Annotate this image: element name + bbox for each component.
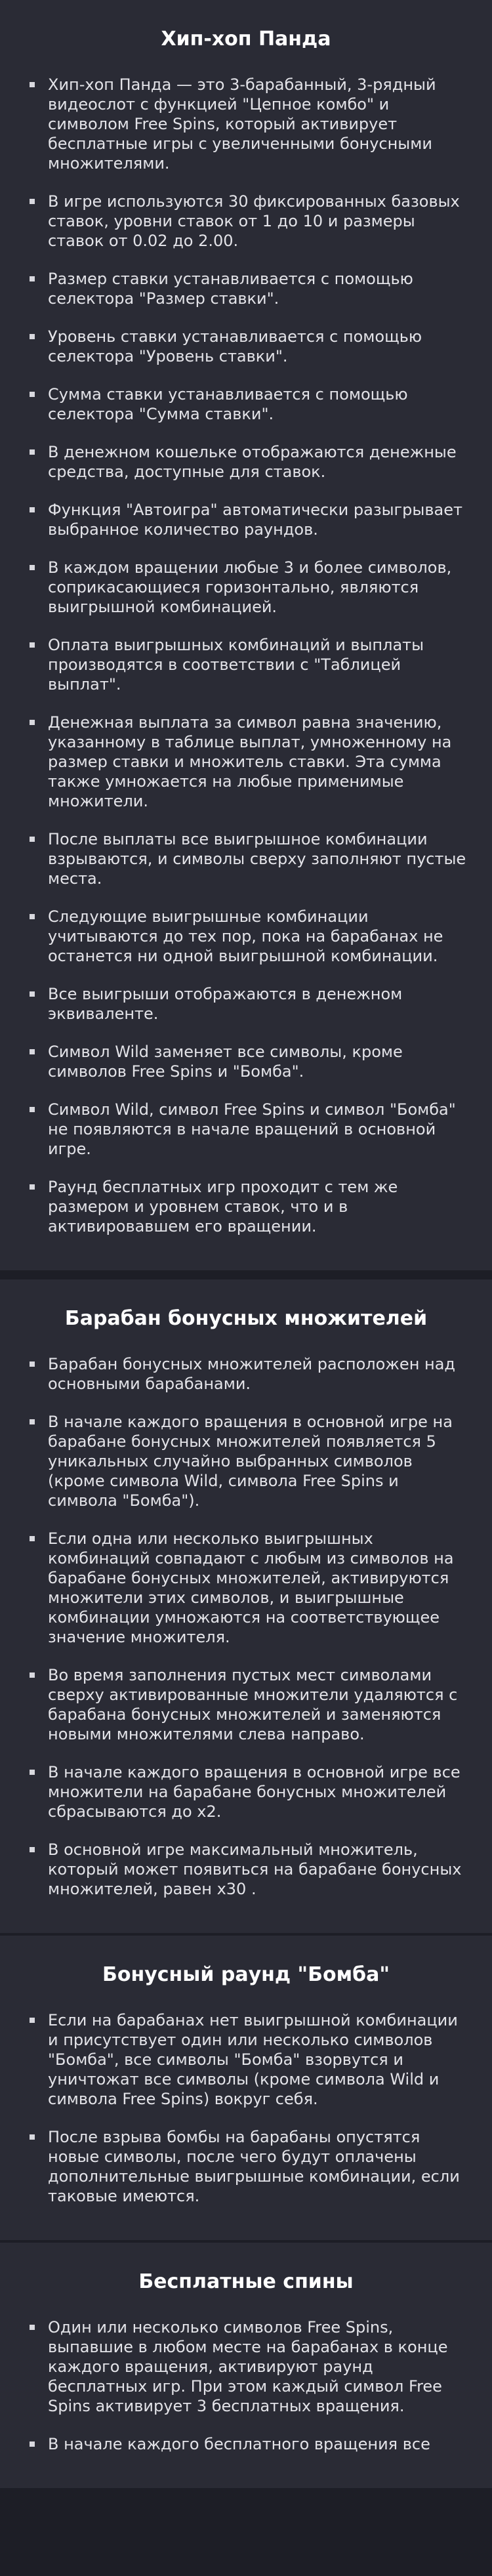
bullet-icon [30, 199, 35, 204]
list-item: Символ Wild заменяет все символы, кроме … [24, 1042, 468, 1081]
list-item-text: В начале каждого вращения в основной игр… [48, 1763, 461, 1821]
list-item-text: В основной игре максимальный множитель, … [48, 1840, 462, 1898]
list-item: Во время заполнения пустых мест символам… [24, 1665, 468, 1744]
section-free-spins: Бесплатные спины Один или несколько симв… [0, 2243, 492, 2488]
bullet-icon [30, 1049, 35, 1054]
list-item: В игре используются 30 фиксированных баз… [24, 192, 468, 251]
list-item-text: Один или несколько символов Free Spins, … [48, 2318, 448, 2415]
bullet-icon [30, 1419, 35, 1424]
list-item-text: В игре используются 30 фиксированных баз… [48, 192, 460, 250]
bullet-icon [30, 2441, 35, 2447]
list-item-text: Оплата выигрышных комбинаций и выплаты п… [48, 636, 424, 694]
bullet-icon [30, 1184, 35, 1190]
bullet-icon [30, 392, 35, 397]
bullet-icon [30, 2018, 35, 2023]
list-item-text: Барабан бонусных множителей расположен н… [48, 1355, 455, 1393]
list-item-text: Раунд бесплатных игр проходит с тем же р… [48, 1178, 398, 1236]
list-item-text: Символ Wild, символ Free Spins и символ … [48, 1100, 456, 1158]
section-title: Хип-хоп Панда [161, 28, 331, 51]
bullet-icon [30, 1847, 35, 1852]
list-item-text: В начале каждого вращения в основной игр… [48, 1413, 453, 1510]
list-item: Один или несколько символов Free Spins, … [24, 2317, 468, 2416]
list-item: В основной игре максимальный множитель, … [24, 1840, 468, 1899]
bullet-icon [30, 1770, 35, 1775]
list-item-text: Денежная выплата за символ равна значени… [48, 713, 452, 810]
list-item-text: В каждом вращении любые 3 и более символ… [48, 558, 452, 616]
list-item: Хип-хоп Панда — это 3-барабанный, 3-рядн… [24, 75, 468, 173]
bullet-icon [30, 565, 35, 570]
list-item: Уровень ставки устанавливается с помощью… [24, 327, 468, 366]
bullet-icon [30, 276, 35, 281]
list-item-text: Уровень ставки устанавливается с помощью… [48, 327, 422, 365]
rules-list: Один или несколько символов Free Spins, … [24, 2317, 468, 2454]
list-item-text: Символ Wild заменяет все символы, кроме … [48, 1043, 403, 1081]
bullet-icon [30, 449, 35, 455]
list-item: Сумма ставки устанавливается с помощью с… [24, 384, 468, 424]
list-item: Раунд бесплатных игр проходит с тем же р… [24, 1177, 468, 1236]
bullet-icon [30, 334, 35, 339]
list-item-text: Следующие выигрышные комбинации учитываю… [48, 907, 443, 965]
list-item-text: В денежном кошельке отображаются денежны… [48, 443, 457, 481]
section-title: Барабан бонусных множителей [64, 1307, 428, 1330]
rules-page[interactable]: Хип-хоп Панда Хип-хоп Панда — это 3-бара… [0, 0, 492, 2576]
bullet-icon [30, 837, 35, 842]
list-item-text: Сумма ставки устанавливается с помощью с… [48, 385, 408, 423]
list-item: После выплаты все выигрышное комбинации … [24, 829, 468, 888]
list-item: Если одна или несколько выигрышных комби… [24, 1529, 468, 1647]
bullet-icon [30, 1107, 35, 1112]
bullet-icon [30, 914, 35, 919]
bullet-icon [30, 82, 35, 87]
list-item: Функция "Автоигра" автоматически разыгры… [24, 500, 468, 539]
section-bomb-bonus-round: Бонусный раунд "Бомба" Если на барабанах… [0, 1936, 492, 2240]
list-item: В каждом вращении любые 3 и более символ… [24, 558, 468, 617]
bullet-icon [30, 991, 35, 997]
section-title: Бесплатные спины [138, 2270, 354, 2293]
list-item: Если на барабанах нет выигрышной комбина… [24, 2010, 468, 2109]
bullet-icon [30, 642, 35, 648]
list-item: После взрыва бомбы на барабаны опустятся… [24, 2127, 468, 2206]
list-item: Размер ставки устанавливается с помощью … [24, 269, 468, 308]
bullet-icon [30, 507, 35, 512]
list-item-text: Во время заполнения пустых мест символам… [48, 1666, 458, 1743]
list-item: Все выигрыши отображаются в денежном экв… [24, 984, 468, 1024]
list-item-text: Если на барабанах нет выигрышной комбина… [48, 2011, 458, 2108]
bullet-icon [30, 1672, 35, 1678]
list-item: Оплата выигрышных комбинаций и выплаты п… [24, 635, 468, 694]
section-bonus-multiplier-reel: Барабан бонусных множителей Барабан бону… [0, 1279, 492, 1933]
bullet-icon [30, 2325, 35, 2330]
list-item: В начале каждого вращения в основной игр… [24, 1762, 468, 1821]
list-item: Следующие выигрышные комбинации учитываю… [24, 907, 468, 966]
section-title: Бонусный раунд "Бомба" [102, 1963, 390, 1986]
list-item: В начале каждого бесплатного вращения вс… [24, 2434, 468, 2454]
list-item-text: Хип-хоп Панда — это 3-барабанный, 3-рядн… [48, 75, 436, 173]
rules-list: Барабан бонусных множителей расположен н… [24, 1354, 468, 1899]
list-item: В денежном кошельке отображаются денежны… [24, 442, 468, 482]
section-hip-hop-panda: Хип-хоп Панда Хип-хоп Панда — это 3-бара… [0, 0, 492, 1270]
list-item-text: Функция "Автоигра" автоматически разыгры… [48, 501, 462, 539]
bullet-icon [30, 720, 35, 725]
list-item-text: Если одна или несколько выигрышных комби… [48, 1529, 454, 1646]
bullet-icon [30, 1536, 35, 1541]
list-item: Барабан бонусных множителей расположен н… [24, 1354, 468, 1394]
list-item: Символ Wild, символ Free Spins и символ … [24, 1100, 468, 1159]
list-item-text: В начале каждого бесплатного вращения вс… [48, 2435, 430, 2453]
rules-list: Хип-хоп Панда — это 3-барабанный, 3-рядн… [24, 75, 468, 1236]
bullet-icon [30, 1361, 35, 1367]
list-item: В начале каждого вращения в основной игр… [24, 1412, 468, 1510]
list-item: Денежная выплата за символ равна значени… [24, 713, 468, 811]
list-item-text: После взрыва бомбы на барабаны опустятся… [48, 2128, 460, 2205]
bullet-icon [30, 2134, 35, 2140]
list-item-text: После выплаты все выигрышное комбинации … [48, 830, 466, 888]
rules-list: Если на барабанах нет выигрышной комбина… [24, 2010, 468, 2206]
list-item-text: Все выигрыши отображаются в денежном экв… [48, 985, 403, 1023]
list-item-text: Размер ставки устанавливается с помощью … [48, 270, 413, 308]
